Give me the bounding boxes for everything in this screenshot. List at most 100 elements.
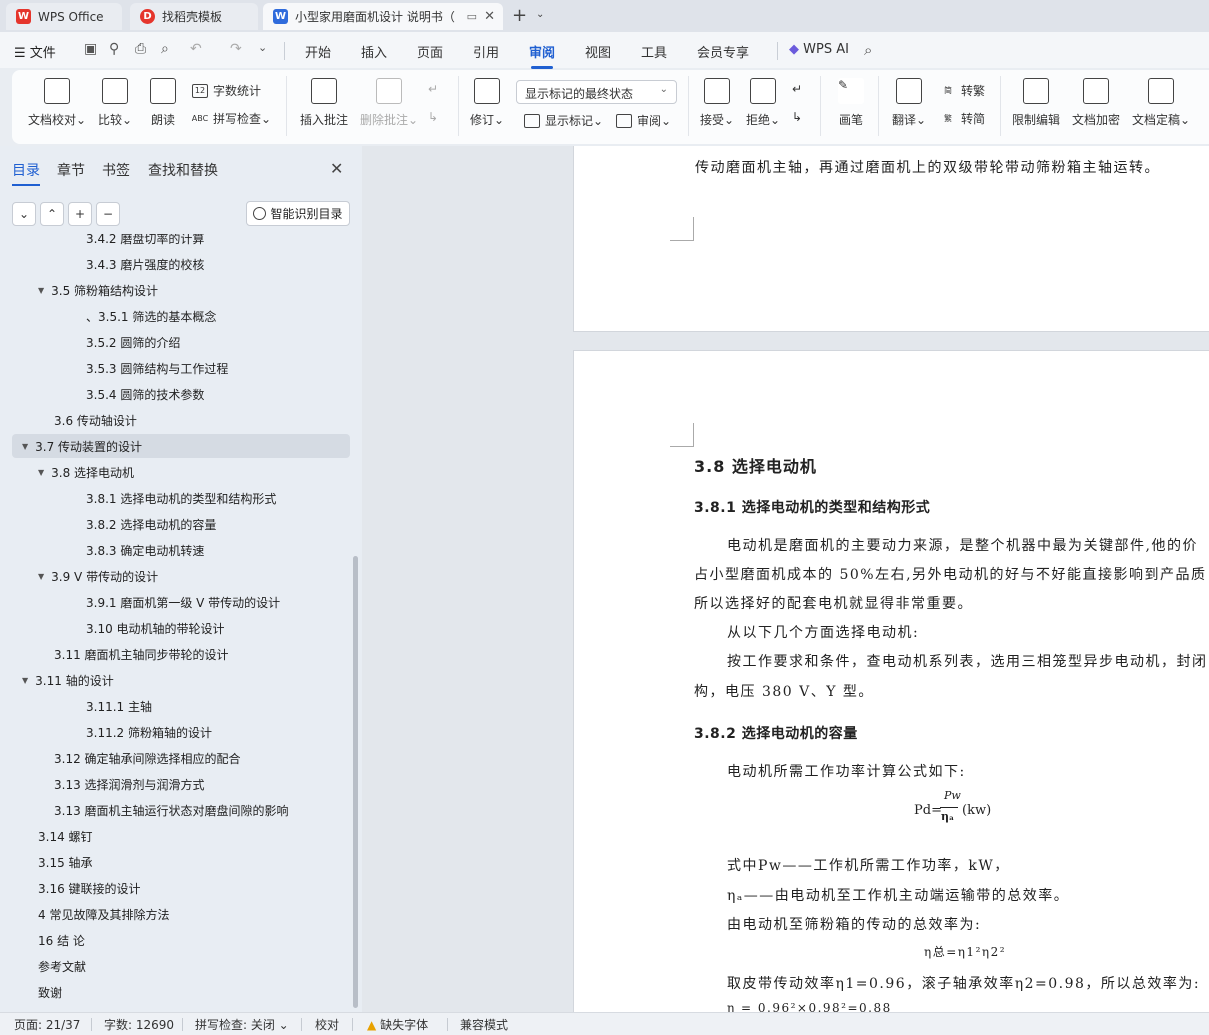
to-traditional-button[interactable]: 简 转繁 (940, 82, 985, 99)
nav-tab-find-replace[interactable]: 查找和替换 (148, 160, 218, 180)
nav-tab-toc[interactable]: 目录 (12, 160, 40, 186)
new-tab-icon[interactable]: + (512, 5, 527, 26)
toc-item[interactable]: 3.10 电动机轴的带轮设计 (12, 616, 350, 640)
search-icon[interactable]: ⌕ (864, 41, 872, 59)
undo-icon[interactable]: ↶ (190, 41, 202, 57)
toc-item[interactable]: ▼ 3.7 传动装置的设计 (12, 434, 350, 458)
show-markup-button[interactable]: 显示标记 ⌄ (524, 112, 603, 129)
prev-change-icon[interactable]: ↵ (792, 82, 802, 96)
insert-comment-button[interactable]: 插入批注 (300, 78, 348, 128)
tab-page[interactable]: 页面 (417, 42, 443, 61)
proofread-status[interactable]: 校对 (315, 1016, 339, 1033)
toc-item[interactable]: 3.4.3 磨片强度的校核 (12, 252, 350, 276)
to-simplified-button[interactable]: 繁 转简 (940, 110, 985, 127)
monitor-icon[interactable]: ▭ (467, 10, 477, 23)
toc-item[interactable]: 3.4.2 磨盘切率的计算 (12, 234, 350, 250)
tab-tools[interactable]: 工具 (641, 42, 667, 61)
toc-item[interactable]: 3.13 选择润滑剂与润滑方式 (12, 772, 350, 796)
next-comment-icon[interactable]: ↳ (428, 110, 438, 124)
toc-item[interactable]: 3.8.1 选择电动机的类型和结构形式 (12, 486, 350, 510)
toc-item[interactable]: 3.15 轴承 (12, 850, 350, 874)
file-menu[interactable]: ☰ 文件 (14, 42, 56, 61)
toc-item[interactable]: 致谢 (12, 980, 350, 1004)
prev-comment-icon[interactable]: ↵ (428, 82, 438, 96)
revise-button[interactable]: 修订⌄ (470, 78, 504, 128)
close-icon[interactable]: ✕ (330, 159, 343, 178)
encrypt-button[interactable]: 文档加密 (1072, 78, 1120, 128)
spell-check-button[interactable]: ABC 拼写检查 ⌄ (192, 110, 271, 127)
compare-button[interactable]: 比较⌄ (98, 78, 132, 128)
toc-item[interactable]: 3.14 螺钉 (12, 824, 350, 848)
smart-toc-button[interactable]: 智能识别目录 (246, 201, 350, 226)
toc-item[interactable]: 3.5.2 圆筛的介绍 (12, 330, 350, 354)
restrict-edit-button[interactable]: 限制编辑 (1012, 78, 1060, 128)
toc-item[interactable]: ▼ 3.9 V 带传动的设计 (12, 564, 350, 588)
tab-docer-templates[interactable]: D 找稻壳模板 (130, 3, 258, 30)
save-icon[interactable]: ▣ (84, 41, 97, 57)
tab-wps-office[interactable]: W WPS Office (6, 3, 122, 30)
share-icon[interactable]: ⚲ (109, 41, 119, 57)
toc-scrollbar[interactable] (353, 556, 358, 1008)
markup-state-select[interactable]: 显示标记的最终状态 ⌄ (516, 80, 677, 104)
caret-down-icon[interactable]: ▼ (38, 572, 44, 581)
expand-down-button[interactable]: ⌄ (12, 202, 36, 226)
toc-item[interactable]: 3.8.2 选择电动机的容量 (12, 512, 350, 536)
tab-home[interactable]: 开始 (305, 42, 331, 61)
toc-item[interactable]: ▼ 3.5 筛粉箱结构设计 (12, 278, 350, 302)
missing-font-status[interactable]: ▲ 缺失字体 (367, 1016, 428, 1033)
translate-button[interactable]: 翻译⌄ (892, 78, 926, 128)
toc-item[interactable]: 3.5.4 圆筛的技术参数 (12, 382, 350, 406)
tab-review[interactable]: 审阅 (529, 42, 555, 69)
toc-item[interactable]: 3.11 磨面机主轴同步带轮的设计 (12, 642, 350, 666)
add-heading-button[interactable]: + (68, 202, 92, 226)
toc-item[interactable]: 参考文献 (12, 954, 350, 978)
ink-button[interactable]: ✎ 画笔 (838, 78, 864, 128)
collapse-up-button[interactable]: ⌃ (40, 202, 64, 226)
nav-tab-bookmarks[interactable]: 书签 (102, 160, 130, 180)
nav-tab-chapters[interactable]: 章节 (57, 160, 85, 180)
toc-item[interactable]: 3.5.3 圆筛结构与工作过程 (12, 356, 350, 380)
toc-item[interactable]: ▼ 3.8 选择电动机 (12, 460, 350, 484)
print-preview-icon[interactable]: ⌕ (161, 41, 169, 57)
more-icon[interactable]: ⌄ (258, 41, 267, 54)
caret-down-icon[interactable]: ▼ (22, 676, 28, 685)
tab-current-document[interactable]: W 小型家用磨面机设计 说明书（ ▭ ✕ (263, 3, 503, 30)
doc-check-button[interactable]: 文档校对⌄ (28, 78, 86, 128)
toc-item[interactable]: 3.11.2 筛粉箱轴的设计 (12, 720, 350, 744)
wps-ai-button[interactable]: ◆ WPS AI (789, 42, 849, 57)
spell-check-status[interactable]: 拼写检查: 关闭 ⌄ (195, 1016, 289, 1033)
toc-item[interactable]: 4 常见故障及其排除方法 (12, 902, 350, 926)
toc-item[interactable]: 3.16 键联接的设计 (12, 876, 350, 900)
caret-down-icon[interactable]: ▼ (38, 468, 44, 477)
redo-icon[interactable]: ↷ (230, 41, 242, 57)
caret-down-icon[interactable]: ▼ (22, 442, 28, 451)
read-aloud-button[interactable]: 朗读 (150, 78, 176, 128)
print-icon[interactable]: ⎙ (135, 41, 146, 57)
toc-item[interactable]: 3.11.1 主轴 (12, 694, 350, 718)
toc-item[interactable]: 3.9.1 磨面机第一级 V 带传动的设计 (12, 590, 350, 614)
accept-button[interactable]: 接受⌄ (700, 78, 734, 128)
toc-item[interactable]: 3.13 磨面机主轴运行状态对磨盘间隙的影响 (12, 798, 350, 822)
next-change-icon[interactable]: ↳ (792, 110, 802, 124)
toc-item[interactable]: 16 结 论 (12, 928, 350, 952)
delete-comment-button[interactable]: 删除批注⌄ (360, 78, 418, 128)
finalize-button[interactable]: 文档定稿⌄ (1132, 78, 1190, 128)
toc-item[interactable]: ▼ 3.11 轴的设计 (12, 668, 350, 692)
toc-item[interactable]: 3.12 确定轴承间隙选择相应的配合 (12, 746, 350, 770)
toc-item[interactable]: 3.8.3 确定电动机转速 (12, 538, 350, 562)
toc-item[interactable]: 、3.5.1 筛选的基本概念 (12, 304, 350, 328)
close-tab-icon[interactable]: ✕ (484, 9, 495, 24)
review-pane-button[interactable]: 审阅 ⌄ (616, 112, 671, 129)
tab-insert[interactable]: 插入 (361, 42, 387, 61)
page-indicator[interactable]: 页面: 21/37 (14, 1016, 80, 1033)
tab-references[interactable]: 引用 (473, 42, 499, 61)
chevron-down-icon[interactable]: ⌄ (536, 9, 544, 20)
caret-down-icon[interactable]: ▼ (38, 286, 44, 295)
tab-member[interactable]: 会员专享 (697, 42, 749, 61)
remove-heading-button[interactable]: − (96, 202, 120, 226)
word-count-indicator[interactable]: 字数: 12690 (104, 1016, 174, 1033)
tab-view[interactable]: 视图 (585, 42, 611, 61)
reject-button[interactable]: 拒绝⌄ (746, 78, 780, 128)
toc-item[interactable]: 3.6 传动轴设计 (12, 408, 350, 432)
word-count-button[interactable]: 12 字数统计 (192, 82, 261, 99)
